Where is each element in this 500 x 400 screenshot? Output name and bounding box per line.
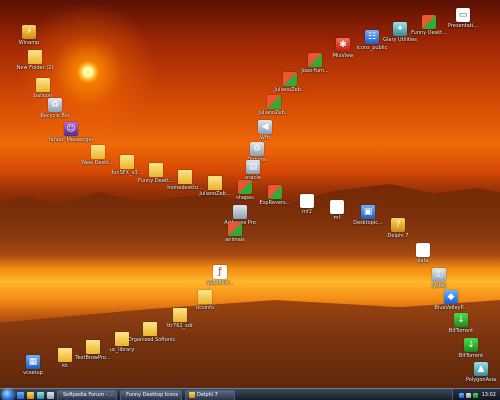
image-icon xyxy=(267,95,281,109)
desktop-icon-winamp[interactable]: ⚡ Winamp xyxy=(4,25,54,46)
winamp-icon: ⚡ xyxy=(22,25,36,39)
image-icon xyxy=(228,222,242,236)
desktop-icon-vcsetup[interactable]: ▦ vcsetup xyxy=(8,355,58,376)
desktop-icon-animals[interactable]: animals xyxy=(210,222,260,243)
bittorrent-icon: ↓ xyxy=(464,338,478,352)
bittorrent-icon: ↓ xyxy=(454,313,468,327)
desktop-icon-syskey[interactable]: ⚿ syskey xyxy=(414,268,464,289)
folder-icon xyxy=(58,348,72,362)
taskbar: Softpedia Forum - ... Funny Desktop Icon… xyxy=(0,388,500,400)
installer-icon: ▦ xyxy=(26,355,40,369)
folder-icon xyxy=(173,308,187,322)
system-tray: 13:02 xyxy=(451,389,500,400)
taskbar-button-softpedia[interactable]: Softpedia Forum - ... xyxy=(57,389,117,400)
yahoo-messenger-icon: ☺ xyxy=(64,122,78,136)
start-button[interactable] xyxy=(2,389,14,400)
image-icon xyxy=(422,15,436,29)
image-icon xyxy=(268,185,282,199)
desktop-icon-bluevalley[interactable]: ◆ BlueValleyP... xyxy=(426,290,476,311)
clock[interactable]: 13:02 xyxy=(482,392,496,398)
volume-icon[interactable] xyxy=(465,392,471,398)
delphi-icon xyxy=(189,392,195,398)
folder-icon[interactable] xyxy=(27,391,34,399)
database-icon: ▤ xyxy=(246,160,260,174)
desktop-icon-bittorrent-1[interactable]: ↓ BitTorrent xyxy=(436,313,486,334)
recycle-bin-icon: ♻ xyxy=(48,98,62,112)
desktop-icon-julianozeb-top[interactable]: JulianoZeb... xyxy=(249,95,299,116)
desktop-icon-delphi-7[interactable]: ? Delphi 7 xyxy=(373,218,423,239)
delphi-icon: ? xyxy=(391,218,405,232)
network-icon[interactable] xyxy=(458,392,464,398)
desktop-icon-new-folder-2[interactable]: New Folder (2) xyxy=(10,50,60,71)
desktop-icon-julianozeb-upper[interactable]: JulianoZeb... xyxy=(265,72,315,93)
application-icon xyxy=(233,205,247,219)
flash-icon: ƒ xyxy=(213,265,227,279)
folder-icon xyxy=(28,50,42,64)
document-icon xyxy=(330,200,344,214)
tray-app-icon[interactable] xyxy=(472,392,478,398)
application-icon: ▣ xyxy=(361,205,375,219)
desktop-icon-polygonasia[interactable]: ▲ PolygonAsia xyxy=(456,362,500,383)
show-desktop-icon[interactable] xyxy=(47,391,54,399)
image-icon xyxy=(283,72,297,86)
desktop-icon-balloon[interactable]: balloon xyxy=(18,78,68,99)
desktop-icon-presentation[interactable]: ▭ Presentati... xyxy=(438,8,488,29)
desktop: ⚡ Winamp New Folder (2) balloon ♻ Recycl… xyxy=(0,0,500,400)
taskbar-button-funny-desktop-icons[interactable]: Funny Desktop Icons xyxy=(120,389,182,400)
desktop-icon-recycle-bin[interactable]: ♻ Recycle Bin xyxy=(30,98,80,119)
media-player-icon[interactable] xyxy=(37,391,44,399)
folder-icon xyxy=(198,290,212,304)
audio-icon: ◀ xyxy=(258,120,272,134)
taskbar-button-delphi-7[interactable]: Delphi 7 xyxy=(185,389,235,400)
image-icon: ▲ xyxy=(474,362,488,376)
presentation-icon: ▭ xyxy=(456,8,470,22)
browser-icon[interactable] xyxy=(17,391,24,399)
document-icon xyxy=(416,243,430,257)
desktop-icon-ssb-blist[interactable]: ƒ SSB_Blist... xyxy=(195,265,245,286)
desktop-icon-oracle[interactable]: ▤ oracle xyxy=(228,160,278,181)
desktop-icon-data[interactable]: data xyxy=(398,243,448,264)
desktop-icon-bittorrent-2[interactable]: ↓ BitTorrent xyxy=(446,338,496,359)
settings-icon: ⚙ xyxy=(250,142,264,156)
application-icon: ◆ xyxy=(444,290,458,304)
key-icon: ⚿ xyxy=(432,268,446,282)
image-icon xyxy=(36,78,50,92)
desktop-icon-yahoo-messenger[interactable]: ☺ Yahoo! Messenger xyxy=(46,122,96,143)
desktop-icon-wfb[interactable]: ◀ Wfb xyxy=(240,120,290,141)
